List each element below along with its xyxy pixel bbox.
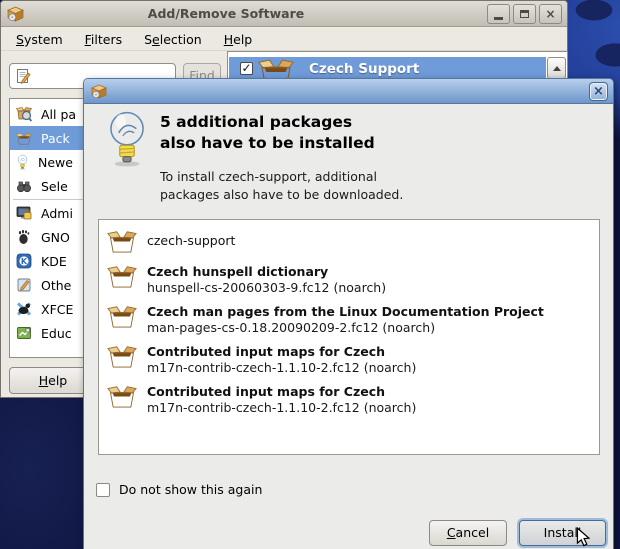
result-package-name: Czech Support xyxy=(309,61,419,77)
maximize-icon xyxy=(520,10,529,18)
cancel-button[interactable]: Cancel xyxy=(429,520,507,546)
desktop-background: Add/Remove Software × System Filters Sel… xyxy=(0,0,620,549)
education-icon xyxy=(16,325,32,341)
mouse-cursor xyxy=(576,527,590,547)
arrow-up-icon xyxy=(553,66,561,71)
minimize-icon xyxy=(494,17,503,20)
package-list-item[interactable]: Czech hunspell dictionary hunspell-cs-20… xyxy=(105,262,593,298)
dialog-titlebar[interactable]: × xyxy=(84,79,613,104)
do-not-show-again-checkbox[interactable] xyxy=(96,483,110,497)
selected-packages-icon xyxy=(16,178,32,194)
close-button[interactable]: × xyxy=(539,4,562,24)
install-button[interactable]: Install xyxy=(519,520,606,546)
additional-packages-dialog: × 5 additional packages also have to be … xyxy=(83,78,614,549)
additional-packages-list: czech-support Czech hunspell dictionary … xyxy=(98,219,600,455)
menubar: System Filters Selection Help xyxy=(1,28,567,51)
close-icon: × xyxy=(545,7,555,21)
window-title: Add/Remove Software xyxy=(91,6,361,21)
package-icon xyxy=(107,345,137,368)
menu-filters[interactable]: Filters xyxy=(74,29,133,50)
other-desktops-icon xyxy=(16,277,32,293)
newest-packages-icon xyxy=(16,154,29,170)
administration-icon xyxy=(16,205,32,221)
menu-help[interactable]: Help xyxy=(213,29,264,50)
package-icon xyxy=(107,385,137,408)
package-collections-icon xyxy=(16,132,32,145)
package-icon xyxy=(107,230,137,253)
minimize-button[interactable] xyxy=(487,4,510,24)
kde-desktop-icon xyxy=(16,253,32,269)
dialog-message: To install czech-support, additional pac… xyxy=(160,168,403,204)
gnome-desktop-icon xyxy=(16,229,32,245)
xfce-desktop-icon xyxy=(16,301,32,317)
main-window-titlebar[interactable]: Add/Remove Software × xyxy=(1,1,567,27)
dialog-app-icon xyxy=(91,83,107,99)
menu-selection[interactable]: Selection xyxy=(133,29,213,50)
package-icon xyxy=(107,305,137,328)
package-icon xyxy=(107,265,137,288)
close-icon: × xyxy=(593,84,604,99)
package-list-item[interactable]: Contributed input maps for Czech m17n-co… xyxy=(105,382,593,418)
app-package-icon xyxy=(7,5,24,22)
package-checkbox-checked[interactable]: ✓ xyxy=(240,62,253,75)
dialog-heading: 5 additional packages also have to be in… xyxy=(160,112,375,154)
maximize-button[interactable] xyxy=(513,4,536,24)
search-entry-icon xyxy=(15,68,31,84)
do-not-show-again-option[interactable]: Do not show this again xyxy=(96,482,262,497)
package-list-item[interactable]: czech-support xyxy=(105,226,593,256)
menu-system[interactable]: System xyxy=(5,29,74,50)
all-packages-icon xyxy=(16,106,32,122)
checkbox-label: Do not show this again xyxy=(119,482,262,497)
dialog-close-button[interactable]: × xyxy=(589,82,608,101)
scrollbar-up-button[interactable] xyxy=(547,57,566,79)
package-list-item[interactable]: Czech man pages from the Linux Documenta… xyxy=(105,302,593,338)
package-list-item[interactable]: Contributed input maps for Czech m17n-co… xyxy=(105,342,593,378)
lightbulb-icon xyxy=(104,109,150,167)
